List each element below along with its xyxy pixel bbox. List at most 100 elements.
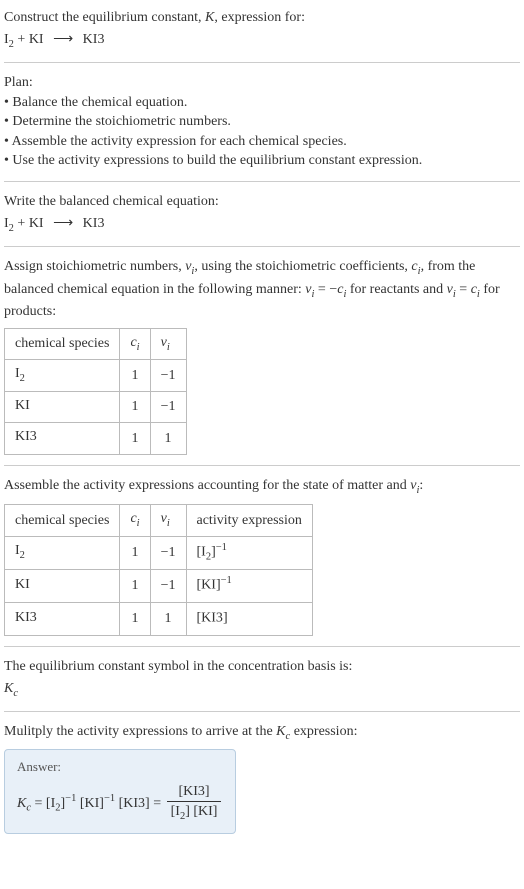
cell-species: KI3	[5, 423, 120, 454]
species: + KI	[14, 32, 44, 47]
table-row: I2 1 −1 [I2]−1	[5, 536, 313, 569]
divider	[4, 465, 520, 466]
table-row: KI3 1 1 [KI3]	[5, 602, 313, 635]
subscript: c	[13, 687, 18, 698]
variable-K: K	[276, 724, 285, 739]
table-row: KI 1 −1 [KI]−1	[5, 569, 313, 602]
subscript: i	[137, 518, 140, 529]
answer-label: Answer:	[17, 758, 223, 776]
text: Assign stoichiometric numbers,	[4, 259, 185, 274]
divider	[4, 246, 520, 247]
text: for reactants and	[346, 282, 446, 297]
text: :	[419, 478, 423, 493]
balanced-section: Write the balanced chemical equation: I2…	[4, 192, 520, 236]
plan-title: Plan:	[4, 73, 520, 93]
text: expression:	[290, 724, 357, 739]
col-c: ci	[120, 328, 150, 359]
divider	[4, 646, 520, 647]
cell-c: 1	[120, 536, 150, 569]
text: Assemble the activity expressions accoun…	[4, 478, 410, 493]
text: ] [KI]	[185, 804, 217, 819]
cell-activity: [KI]−1	[186, 569, 312, 602]
text: [KI	[197, 577, 216, 592]
plan-bullet: • Balance the chemical equation.	[4, 93, 520, 113]
species: KI	[15, 577, 30, 592]
answer-formula: Kc = [I2]−1 [KI]−1 [KI3] = [KI3][I2] [KI…	[17, 782, 223, 825]
cell-nu: −1	[150, 569, 186, 602]
answer-box: Answer: Kc = [I2]−1 [KI]−1 [KI3] = [KI3]…	[4, 749, 236, 834]
problem-statement: Construct the equilibrium constant, K, e…	[4, 8, 520, 52]
table-header-row: chemical species ci νi activity expressi…	[5, 505, 313, 536]
text: Mulitply the activity expressions to arr…	[4, 724, 276, 739]
text: [I	[197, 544, 206, 559]
arrow-icon: ⟶	[53, 214, 73, 234]
text: [I	[46, 796, 55, 811]
subscript: 2	[20, 550, 25, 561]
col-species: chemical species	[5, 505, 120, 536]
activity-intro: Assemble the activity expressions accoun…	[4, 476, 520, 498]
stoich-section: Assign stoichiometric numbers, νi, using…	[4, 257, 520, 455]
stoich-intro: Assign stoichiometric numbers, νi, using…	[4, 257, 520, 322]
activity-table: chemical species ci νi activity expressi…	[4, 504, 313, 636]
cell-nu: −1	[150, 536, 186, 569]
text: =	[456, 282, 471, 297]
cell-nu: 1	[150, 423, 186, 454]
species: + KI	[14, 216, 44, 231]
table-row: I2 1 −1	[5, 360, 187, 391]
cell-species: I2	[5, 360, 120, 391]
cell-species: KI	[5, 391, 120, 422]
divider	[4, 711, 520, 712]
activity-section: Assemble the activity expressions accoun…	[4, 476, 520, 636]
superscript: −1	[104, 793, 115, 804]
species: KI3	[83, 216, 105, 231]
species: KI3	[15, 610, 37, 625]
text: =	[31, 796, 46, 811]
species: KI3	[83, 32, 105, 47]
problem-text: Construct the equilibrium constant, K, e…	[4, 8, 520, 28]
multiply-section: Mulitply the activity expressions to arr…	[4, 722, 520, 834]
table-row: KI 1 −1	[5, 391, 187, 422]
text: = −	[314, 282, 337, 297]
denominator: [I2] [KI]	[167, 802, 222, 824]
subscript: i	[167, 518, 170, 529]
col-species: chemical species	[5, 328, 120, 359]
superscript: −1	[221, 575, 232, 586]
species: KI	[15, 398, 30, 413]
cell-c: 1	[120, 602, 150, 635]
text: , expression for:	[214, 10, 305, 25]
text: [I	[171, 804, 180, 819]
cell-activity: [I2]−1	[186, 536, 312, 569]
balanced-intro: Write the balanced chemical equation:	[4, 192, 520, 212]
text: Construct the equilibrium constant,	[4, 10, 205, 25]
text: ]	[223, 611, 228, 626]
divider	[4, 62, 520, 63]
plan-bullet: • Determine the stoichiometric numbers.	[4, 112, 520, 132]
subscript: i	[137, 341, 140, 352]
text: [KI]	[76, 796, 104, 811]
symbol-value: Kc	[4, 679, 520, 701]
table-row: KI3 1 1	[5, 423, 187, 454]
cell-nu: −1	[150, 360, 186, 391]
plan-section: Plan: • Balance the chemical equation. •…	[4, 73, 520, 171]
col-c: ci	[120, 505, 150, 536]
cell-c: 1	[120, 360, 150, 391]
col-nu: νi	[150, 505, 186, 536]
cell-species: I2	[5, 536, 120, 569]
cell-c: 1	[120, 423, 150, 454]
text: [KI3] =	[115, 796, 165, 811]
balanced-equation: I2 + KI ⟶ KI3	[4, 214, 520, 236]
plan-bullet: • Use the activity expressions to build …	[4, 151, 520, 171]
numerator: [KI3]	[167, 782, 222, 803]
cell-activity: [KI3]	[186, 602, 312, 635]
cell-c: 1	[120, 569, 150, 602]
table-header-row: chemical species ci νi	[5, 328, 187, 359]
symbol-intro: The equilibrium constant symbol in the c…	[4, 657, 520, 677]
text: [KI3	[197, 611, 223, 626]
superscript: −1	[216, 542, 227, 553]
plan-bullet: • Assemble the activity expression for e…	[4, 132, 520, 152]
cell-nu: −1	[150, 391, 186, 422]
cell-nu: 1	[150, 602, 186, 635]
equation: I2 + KI ⟶ KI3	[4, 30, 520, 52]
multiply-intro: Mulitply the activity expressions to arr…	[4, 722, 520, 744]
stoich-table: chemical species ci νi I2 1 −1 KI 1 −1 K…	[4, 328, 187, 455]
